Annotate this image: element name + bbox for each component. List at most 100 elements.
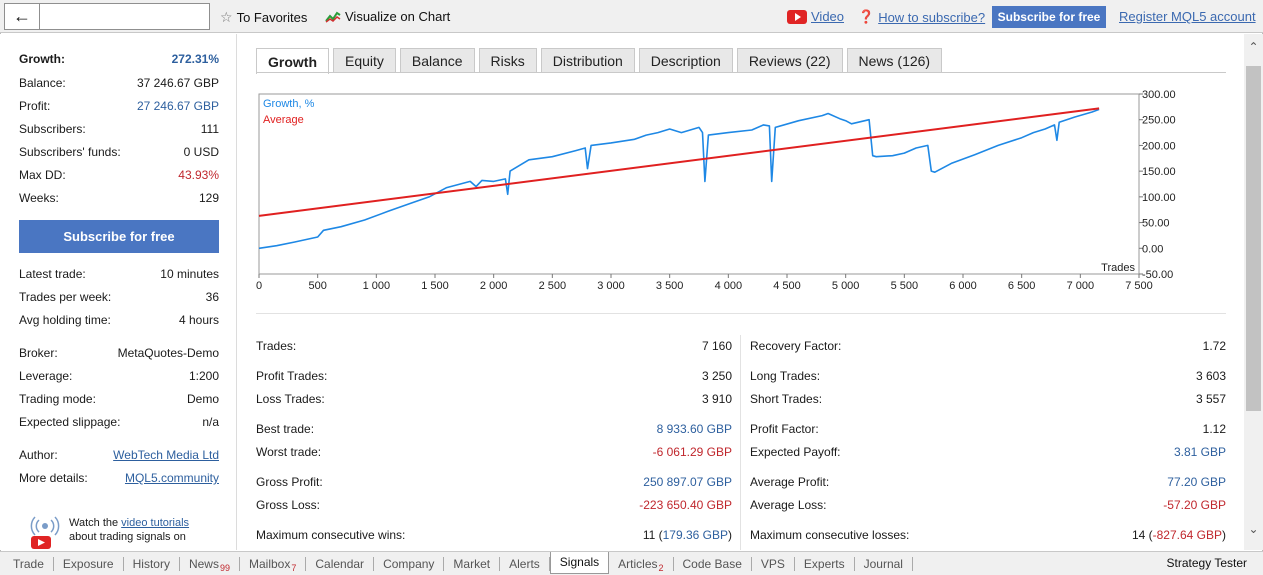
register-link[interactable]: Register MQL5 account <box>1119 9 1256 24</box>
x-tick-label: 4 500 <box>773 280 801 292</box>
legend-entry: Average <box>263 114 304 126</box>
bottom-tab-company[interactable]: Company <box>374 556 445 571</box>
bottom-tab-trade[interactable]: Trade <box>4 556 54 571</box>
bottom-tab-exposure[interactable]: Exposure <box>54 556 124 571</box>
signal-summary-panel: Growth: 272.31% Balance: 37 246.67 GBP Pro… <box>0 34 237 550</box>
arrow-left-icon: ← <box>13 6 31 26</box>
tab-equity[interactable]: Equity <box>333 48 396 73</box>
tabs-underline <box>256 72 1226 73</box>
divider <box>256 313 1226 314</box>
summary-funds: Subscribers' funds: 0 USD <box>19 145 219 159</box>
scroll-up-icon[interactable]: ⌃ <box>1244 40 1263 54</box>
stat-label: Average Loss: <box>750 498 827 512</box>
scrollbar-thumb[interactable] <box>1246 66 1261 411</box>
x-tick-label: 6 500 <box>1008 280 1036 292</box>
toolbar: ← ☆ To Favorites Visualize on Chart Vide… <box>0 0 1263 33</box>
tab-growth[interactable]: Growth <box>256 48 329 74</box>
stat-row: Long Trades: 3 603 <box>750 369 1226 383</box>
favorites-button[interactable]: ☆ To Favorites <box>220 9 307 26</box>
vertical-scrollbar[interactable]: ⌃ ⌄ <box>1244 34 1263 550</box>
unread-badge: 2 <box>658 562 664 573</box>
bottom-tab-mailbox[interactable]: Mailbox 7 <box>240 556 307 573</box>
summary-profit: Profit: 27 246.67 GBP <box>19 99 219 113</box>
stat-value: 250 897.07 GBP <box>643 475 732 489</box>
stat-value: 3 910 <box>701 392 732 406</box>
stat-label: Profit Trades: <box>256 369 328 383</box>
stat-row: Gross Loss: -223 650.40 GBP <box>256 498 732 512</box>
bottom-tab-signals[interactable]: Signals <box>549 551 610 574</box>
x-tick-label: 7 500 <box>1125 280 1153 292</box>
x-tick-label: 6 000 <box>949 280 977 292</box>
x-tick-label: 0 <box>256 280 262 292</box>
video-link[interactable]: Video <box>787 9 844 24</box>
bottom-tab-code-base[interactable]: Code Base <box>674 556 752 571</box>
tab-news-126[interactable]: News (126) <box>846 48 943 73</box>
tab-description[interactable]: Description <box>638 48 733 73</box>
bottom-tab-experts[interactable]: Experts <box>795 556 855 571</box>
x-tick-label: 3 000 <box>597 280 625 292</box>
strategy-tester-tab[interactable]: Strategy Tester <box>1167 556 1247 570</box>
stat-label: Trades: <box>256 339 297 353</box>
bottom-tab-news[interactable]: News 99 <box>180 556 240 573</box>
stat-row: Best trade: 8 933.60 GBP <box>256 422 732 436</box>
stat-row: Worst trade: -6 061.29 GBP <box>256 445 732 459</box>
stat-value: 14 (-827.64 GBP) <box>1131 528 1226 542</box>
stat-value: 3 250 <box>701 369 732 383</box>
subscribe-button-top[interactable]: Subscribe for free <box>992 6 1106 28</box>
y-tick-label: 150.00 <box>1142 166 1176 178</box>
author-link[interactable]: WebTech Media Ltd <box>113 448 219 462</box>
bottom-tab-alerts[interactable]: Alerts <box>500 556 550 571</box>
stat-value: 77.20 GBP <box>1167 475 1226 489</box>
broadcast-icon <box>30 516 60 549</box>
stat-label: Long Trades: <box>750 369 821 383</box>
bottom-tab-calendar[interactable]: Calendar <box>306 556 375 571</box>
video-tutorials-promo: Watch the video tutorials about trading … <box>28 514 228 550</box>
stat-value: 1.12 <box>1202 422 1226 436</box>
signal-tabs: Growth Equity Balance Risks Distribution Desc… <box>256 48 943 74</box>
tab-reviews-22[interactable]: Reviews (22) <box>736 48 843 73</box>
bottom-tab-journal[interactable]: Journal <box>855 556 913 571</box>
legend-entry: Growth, % <box>263 98 315 110</box>
scroll-down-icon[interactable]: ⌄ <box>1244 522 1263 536</box>
tab-balance[interactable]: Balance <box>399 48 475 73</box>
tab-distribution[interactable]: Distribution <box>540 48 635 73</box>
summary-growth: Growth: 272.31% <box>19 52 219 66</box>
stat-value-amount: -827.64 GBP <box>1152 528 1222 542</box>
summary-leverage: Leverage: 1:200 <box>19 369 219 383</box>
stat-label: Profit Factor: <box>750 422 819 436</box>
x-axis-label: Trades <box>1101 262 1135 274</box>
bottom-tab-articles[interactable]: Articles 2 <box>609 556 674 573</box>
bottom-tab-vps[interactable]: VPS <box>752 556 795 571</box>
stat-row: Trades: 7 160 <box>256 339 732 353</box>
bottom-tab-history[interactable]: History <box>124 556 180 571</box>
back-button[interactable]: ← <box>4 3 40 30</box>
star-icon: ☆ <box>220 9 233 25</box>
summary-balance: Balance: 37 246.67 GBP <box>19 76 219 90</box>
stat-row: Average Profit: 77.20 GBP <box>750 475 1226 489</box>
subscribe-button[interactable]: Subscribe for free <box>19 220 219 253</box>
tab-risks[interactable]: Risks <box>478 48 537 73</box>
x-tick-label: 5 500 <box>891 280 919 292</box>
summary-slippage: Expected slippage: n/a <box>19 415 219 429</box>
stat-label: Recovery Factor: <box>750 339 842 353</box>
y-tick-label: 300.00 <box>1142 89 1176 101</box>
x-tick-label: 7 000 <box>1067 280 1095 292</box>
x-tick-label: 2 500 <box>539 280 567 292</box>
x-tick-label: 1 000 <box>363 280 391 292</box>
x-tick-label: 1 500 <box>421 280 449 292</box>
address-field[interactable] <box>40 3 210 30</box>
mql5-community-link[interactable]: MQL5.community <box>125 471 219 485</box>
bottom-tab-market[interactable]: Market <box>444 556 501 571</box>
video-tutorials-link[interactable]: video tutorials <box>121 517 189 529</box>
stat-label: Expected Payoff: <box>750 445 841 459</box>
summary-subscribers: Subscribers: 111 <box>19 122 219 136</box>
y-tick-label: 0.00 <box>1142 243 1163 255</box>
how-to-subscribe-link[interactable]: ❓ How to subscribe? <box>858 9 985 25</box>
x-tick-label: 4 000 <box>715 280 743 292</box>
y-tick-label: 100.00 <box>1142 192 1176 204</box>
summary-author: Author: WebTech Media Ltd <box>19 448 219 462</box>
stat-row: Short Trades: 3 557 <box>750 392 1226 406</box>
visualize-button[interactable]: Visualize on Chart <box>325 9 450 24</box>
x-tick-label: 5 000 <box>832 280 860 292</box>
stat-label: Short Trades: <box>750 392 823 406</box>
